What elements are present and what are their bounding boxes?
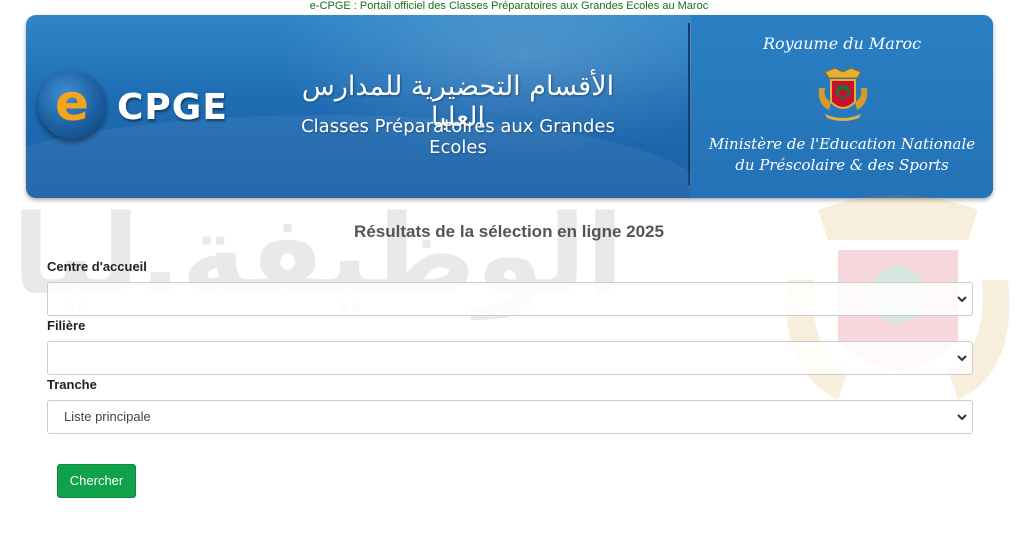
centre-accueil-select[interactable] — [47, 282, 973, 316]
site-title-french: Classes Préparatoires aux Grandes Ecoles — [301, 116, 615, 158]
chercher-button[interactable]: Chercher — [57, 464, 136, 498]
form-title: Résultats de la sélection en ligne 2025 — [354, 222, 664, 241]
ministry-name: Ministère de l'Education Nationale du Pr… — [691, 134, 993, 176]
moroccan-coat-of-arms-icon — [818, 67, 868, 121]
filiere-select[interactable] — [47, 341, 973, 375]
ministry-line-1: Ministère de l'Education Nationale — [708, 135, 976, 153]
chevron-down-icon — [957, 414, 967, 421]
tranche-value: Liste principale — [64, 409, 151, 424]
header-banner: e CPGE الأقسام التحضيرية للمدارس العليا … — [26, 15, 993, 198]
ecpge-logo-letter: e — [55, 74, 89, 132]
ecpge-logo-text[interactable]: CPGE — [117, 87, 228, 128]
kingdom-label: Royaume du Maroc — [762, 34, 922, 53]
ministry-panel: Royaume du Maroc Ministère de l'Educatio… — [691, 15, 993, 198]
tranche-label: Tranche — [47, 377, 97, 392]
chevron-down-icon — [957, 355, 967, 362]
ministry-line-2: du Préscolaire & des Sports — [735, 156, 949, 174]
portal-tagline: e-CPGE : Portail officiel des Classes Pr… — [309, 0, 709, 12]
banner-divider — [688, 23, 690, 185]
chevron-down-icon — [957, 296, 967, 303]
filiere-label: Filière — [47, 318, 86, 333]
centre-accueil-label: Centre d'accueil — [47, 259, 147, 274]
tranche-select[interactable]: Liste principale — [47, 400, 973, 434]
